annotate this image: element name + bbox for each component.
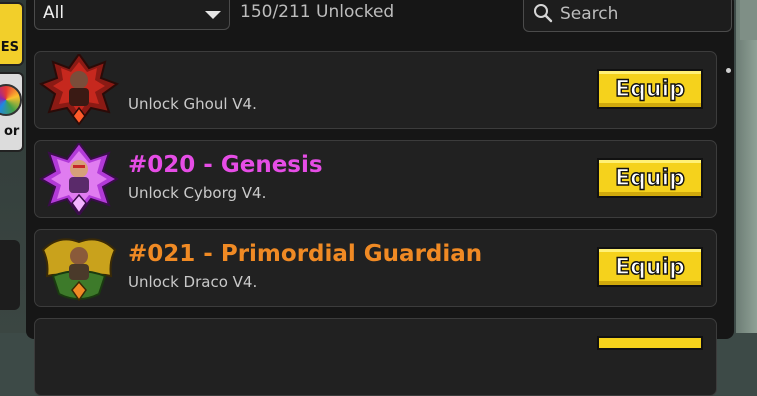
- background-right: [736, 0, 757, 333]
- titles-tab-label: ES: [0, 40, 19, 55]
- equip-button[interactable]: Equip: [597, 158, 703, 198]
- title-description: Unlock Draco V4.: [128, 273, 258, 291]
- equip-button[interactable]: Equip: [597, 247, 703, 287]
- scrollbar-thumb[interactable]: [726, 68, 731, 73]
- titles-side-tab[interactable]: ES: [0, 2, 24, 66]
- filter-dropdown[interactable]: All: [34, 0, 230, 30]
- title-row: #021 - Primordial Guardian Unlock Draco …: [34, 229, 717, 307]
- search-input[interactable]: [560, 2, 720, 26]
- title-name: #020 - Genesis: [128, 152, 323, 178]
- title-description: Unlock Cyborg V4.: [128, 184, 267, 202]
- color-tab-label: or: [4, 124, 20, 139]
- side-panel-edge: [0, 240, 20, 310]
- background-right-top: [740, 0, 757, 40]
- color-side-tab[interactable]: or: [0, 72, 24, 152]
- ghoul-emblem-icon: [39, 54, 119, 126]
- title-row: Unlock Ghoul V4. Equip: [34, 51, 717, 129]
- unlocked-count: 150/211 Unlocked: [240, 2, 395, 22]
- filter-selected-value: All: [43, 3, 65, 23]
- color-wheel-icon: [0, 84, 22, 116]
- chevron-down-icon: [205, 11, 221, 19]
- search-icon: [534, 4, 553, 23]
- primordial-guardian-emblem-icon: [41, 238, 117, 302]
- search-box[interactable]: [523, 0, 732, 32]
- title-row: #020 - Genesis Unlock Cyborg V4. Equip: [34, 140, 717, 218]
- equip-button[interactable]: Equip: [597, 69, 703, 109]
- title-row: [34, 318, 717, 396]
- genesis-emblem-icon: [39, 143, 119, 215]
- equip-button[interactable]: [597, 336, 703, 350]
- title-name: #021 - Primordial Guardian: [128, 241, 483, 267]
- title-description: Unlock Ghoul V4.: [128, 95, 257, 113]
